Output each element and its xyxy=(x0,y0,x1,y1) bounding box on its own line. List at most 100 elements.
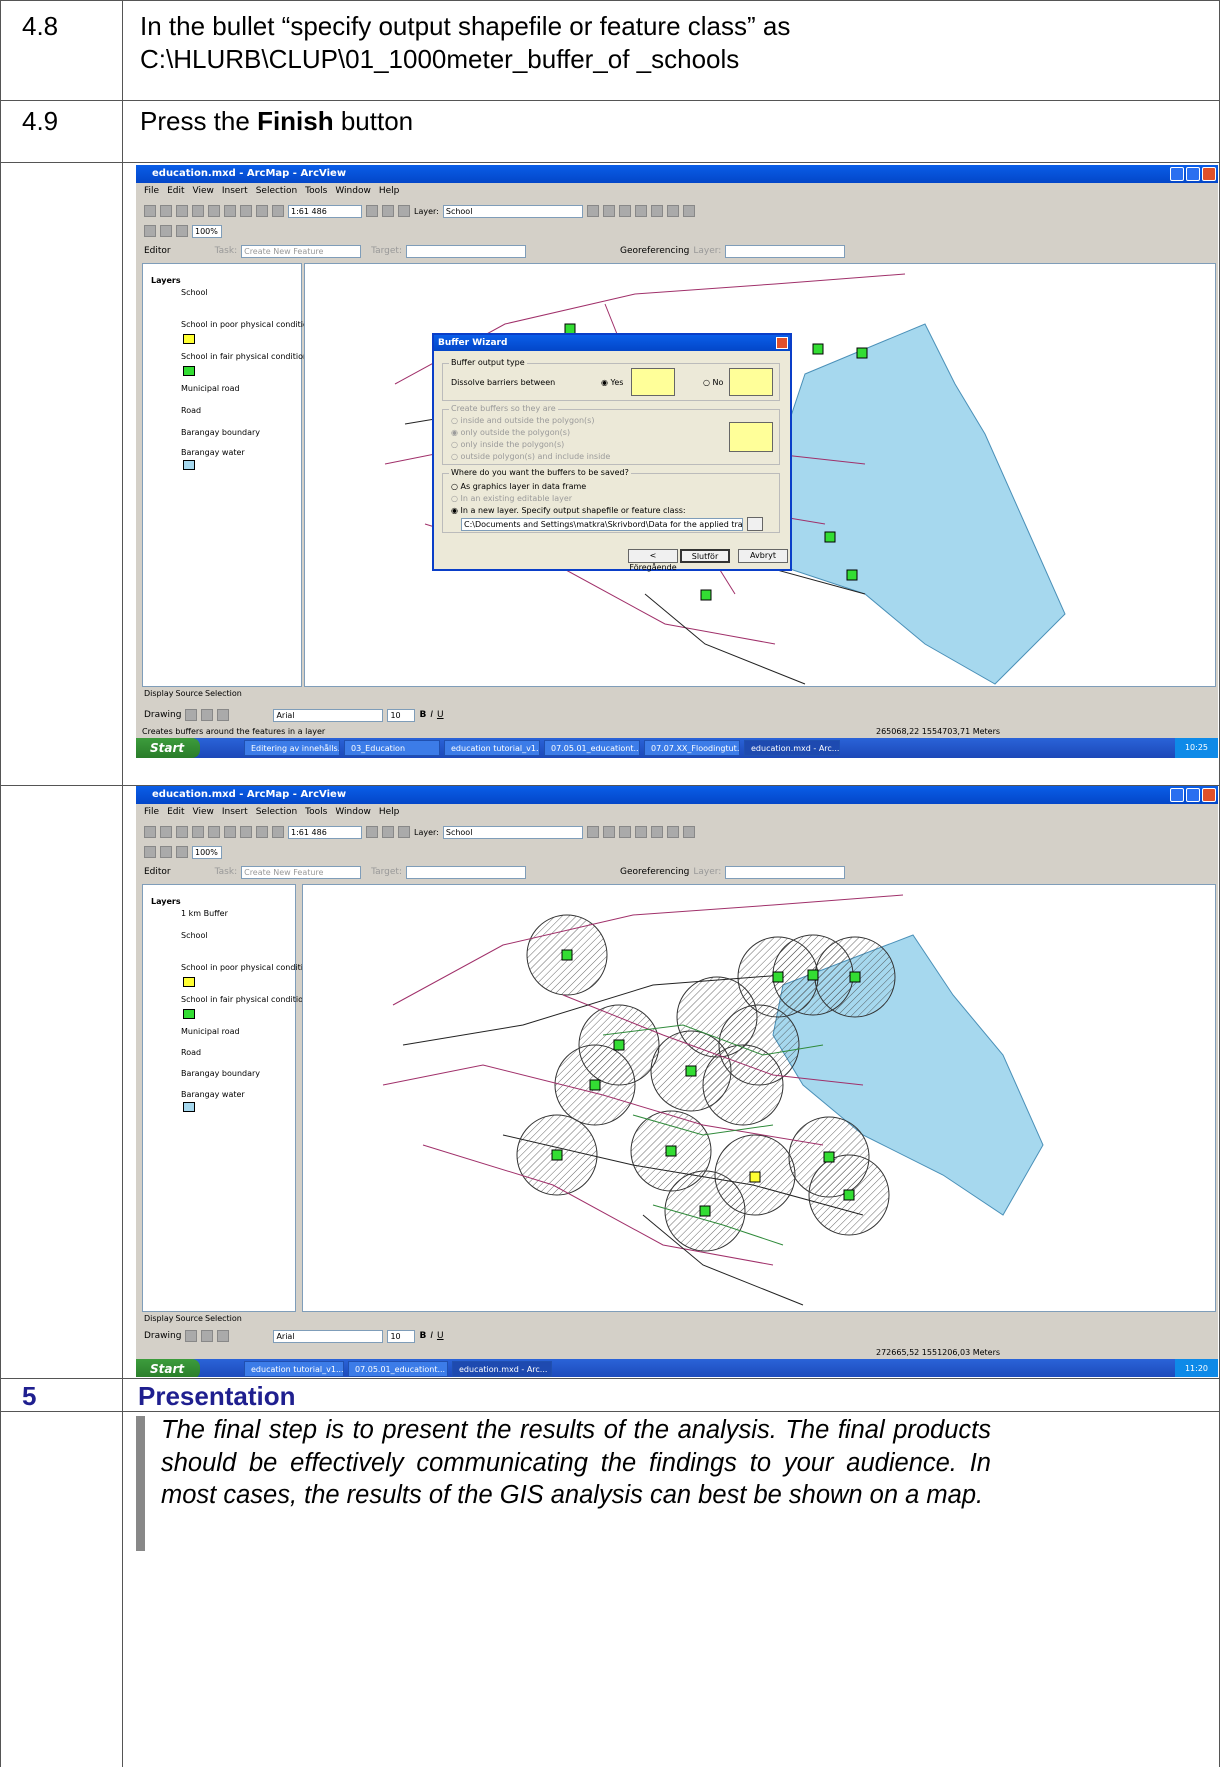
paste-icon[interactable] xyxy=(240,826,252,838)
zoom-in-page-icon[interactable] xyxy=(144,846,156,858)
copy-icon[interactable] xyxy=(224,205,236,217)
select-icon[interactable] xyxy=(650,205,663,217)
toc-layer[interactable]: Municipal road xyxy=(181,1027,240,1036)
rectangle-icon[interactable] xyxy=(201,709,214,721)
back-button[interactable]: < Föregående xyxy=(628,549,678,572)
close-icon[interactable] xyxy=(1202,788,1216,802)
radio-option[interactable]: ○ In an existing editable layer xyxy=(451,494,572,503)
radio-option[interactable]: ○ only inside the polygon(s) xyxy=(451,440,564,449)
taskbar-item[interactable]: 07.05.01_educationt... xyxy=(348,1361,448,1377)
layer-combo[interactable]: School xyxy=(442,204,583,218)
toc-layer[interactable]: Barangay boundary xyxy=(181,1069,260,1078)
menu-selection[interactable]: Selection xyxy=(256,804,297,820)
zoom-in-page-icon[interactable] xyxy=(144,225,156,237)
pointer-icon[interactable] xyxy=(185,709,198,721)
font-size-combo[interactable]: 10 xyxy=(387,1329,416,1343)
target-combo[interactable] xyxy=(406,244,526,258)
taskbar-item[interactable]: 07.07.XX_Floodingtut... xyxy=(644,740,740,756)
menu-selection[interactable]: Selection xyxy=(256,183,297,199)
taskbar-item[interactable]: education tutorial_v1... xyxy=(244,1361,344,1377)
tab-display[interactable]: Display xyxy=(144,1314,174,1323)
delete-icon[interactable] xyxy=(256,205,268,217)
zoom-in-icon[interactable] xyxy=(586,826,599,838)
map-view[interactable] xyxy=(302,884,1216,1312)
full-extent-icon[interactable] xyxy=(634,205,647,217)
text-icon[interactable] xyxy=(217,709,230,721)
editor-toolbar-icon[interactable] xyxy=(366,826,378,838)
toc-layer[interactable]: School in fair physical condition xyxy=(181,352,308,361)
georef-layer-combo[interactable] xyxy=(725,244,846,258)
zoom-combo[interactable]: 100% xyxy=(192,224,222,238)
menu-file[interactable]: File xyxy=(144,804,159,820)
font-size-combo[interactable]: 10 xyxy=(387,708,416,722)
maximize-icon[interactable] xyxy=(1186,167,1200,181)
toc-root[interactable]: Layers xyxy=(151,276,181,285)
font-combo[interactable]: Arial xyxy=(273,1329,384,1343)
folder-icon[interactable] xyxy=(747,517,763,531)
toc-layer[interactable]: 1 km Buffer xyxy=(181,909,228,918)
pointer-icon[interactable] xyxy=(185,1330,198,1342)
tab-source[interactable]: Source xyxy=(176,689,203,698)
start-button[interactable]: Start xyxy=(136,738,200,758)
tab-display[interactable]: Display xyxy=(144,689,174,698)
no-radio[interactable]: ○ No xyxy=(703,378,723,387)
cancel-button[interactable]: Avbryt xyxy=(738,549,788,563)
cut-icon[interactable] xyxy=(208,826,220,838)
output-path-field[interactable]: C:\Documents and Settings\matkra\Skrivbo… xyxy=(461,518,743,531)
taskbar-item[interactable]: 07.05.01_educationt... xyxy=(544,740,640,756)
radio-option[interactable]: ◉ only outside the polygon(s) xyxy=(451,428,570,437)
toc-layer[interactable]: School xyxy=(181,931,208,940)
zoom-in-icon[interactable] xyxy=(586,205,599,217)
full-extent-icon[interactable] xyxy=(634,826,647,838)
copy-icon[interactable] xyxy=(224,826,236,838)
georef-layer-combo[interactable] xyxy=(725,865,846,879)
menu-view[interactable]: View xyxy=(193,183,214,199)
underline-icon[interactable]: U xyxy=(437,710,444,720)
open-icon[interactable] xyxy=(160,205,172,217)
radio-option[interactable]: ○ outside polygon(s) and include inside xyxy=(451,452,610,461)
yes-radio[interactable]: ◉ Yes xyxy=(601,378,623,387)
pan-icon[interactable] xyxy=(618,205,631,217)
menu-tools[interactable]: Tools xyxy=(305,183,327,199)
pan-page-icon[interactable] xyxy=(176,846,188,858)
paste-icon[interactable] xyxy=(240,205,252,217)
toc-layer[interactable]: Barangay water xyxy=(181,1090,245,1099)
radio-option[interactable]: ○ As graphics layer in data frame xyxy=(451,482,586,491)
close-icon[interactable] xyxy=(776,337,788,349)
toc-layer[interactable]: Road xyxy=(181,1048,201,1057)
taskbar-item[interactable]: education.mxd - Arc... xyxy=(744,740,840,756)
tab-selection[interactable]: Selection xyxy=(205,1314,242,1323)
italic-icon[interactable]: I xyxy=(430,1331,433,1341)
menu-view[interactable]: View xyxy=(193,804,214,820)
editor-menu[interactable]: Editor xyxy=(144,246,171,256)
toc-layer[interactable]: Municipal road xyxy=(181,384,240,393)
identify-icon[interactable] xyxy=(666,826,679,838)
zoom-combo[interactable]: 100% xyxy=(192,845,222,859)
toc-layer[interactable]: School xyxy=(181,288,208,297)
minimize-icon[interactable] xyxy=(1170,167,1184,181)
toc-layer[interactable]: Road xyxy=(181,406,201,415)
radio-option[interactable]: ○ inside and outside the polygon(s) xyxy=(451,416,594,425)
pan-icon[interactable] xyxy=(618,826,631,838)
save-icon[interactable] xyxy=(176,826,188,838)
add-data-icon[interactable] xyxy=(272,205,284,217)
menu-insert[interactable]: Insert xyxy=(222,804,248,820)
toc-layer[interactable]: School in fair physical condition xyxy=(181,995,308,1004)
taskbar-item[interactable]: 03_Education xyxy=(344,740,440,756)
zoom-out-icon[interactable] xyxy=(602,826,615,838)
zoom-out-page-icon[interactable] xyxy=(160,846,172,858)
layer-combo[interactable]: School xyxy=(442,825,583,839)
toc-layer[interactable]: School in poor physical condition xyxy=(181,963,313,972)
start-button[interactable]: Start xyxy=(136,1359,200,1377)
menu-insert[interactable]: Insert xyxy=(222,183,248,199)
new-icon[interactable] xyxy=(144,826,156,838)
minimize-icon[interactable] xyxy=(1170,788,1184,802)
zoom-out-icon[interactable] xyxy=(602,205,615,217)
cut-icon[interactable] xyxy=(208,205,220,217)
arctoolbox-icon[interactable] xyxy=(382,205,394,217)
menu-window[interactable]: Window xyxy=(335,183,371,199)
task-combo[interactable]: Create New Feature xyxy=(241,865,362,879)
georeferencing-menu[interactable]: Georeferencing xyxy=(620,246,689,256)
bold-icon[interactable]: B xyxy=(419,710,426,720)
toc-layer[interactable]: Barangay water xyxy=(181,448,245,457)
